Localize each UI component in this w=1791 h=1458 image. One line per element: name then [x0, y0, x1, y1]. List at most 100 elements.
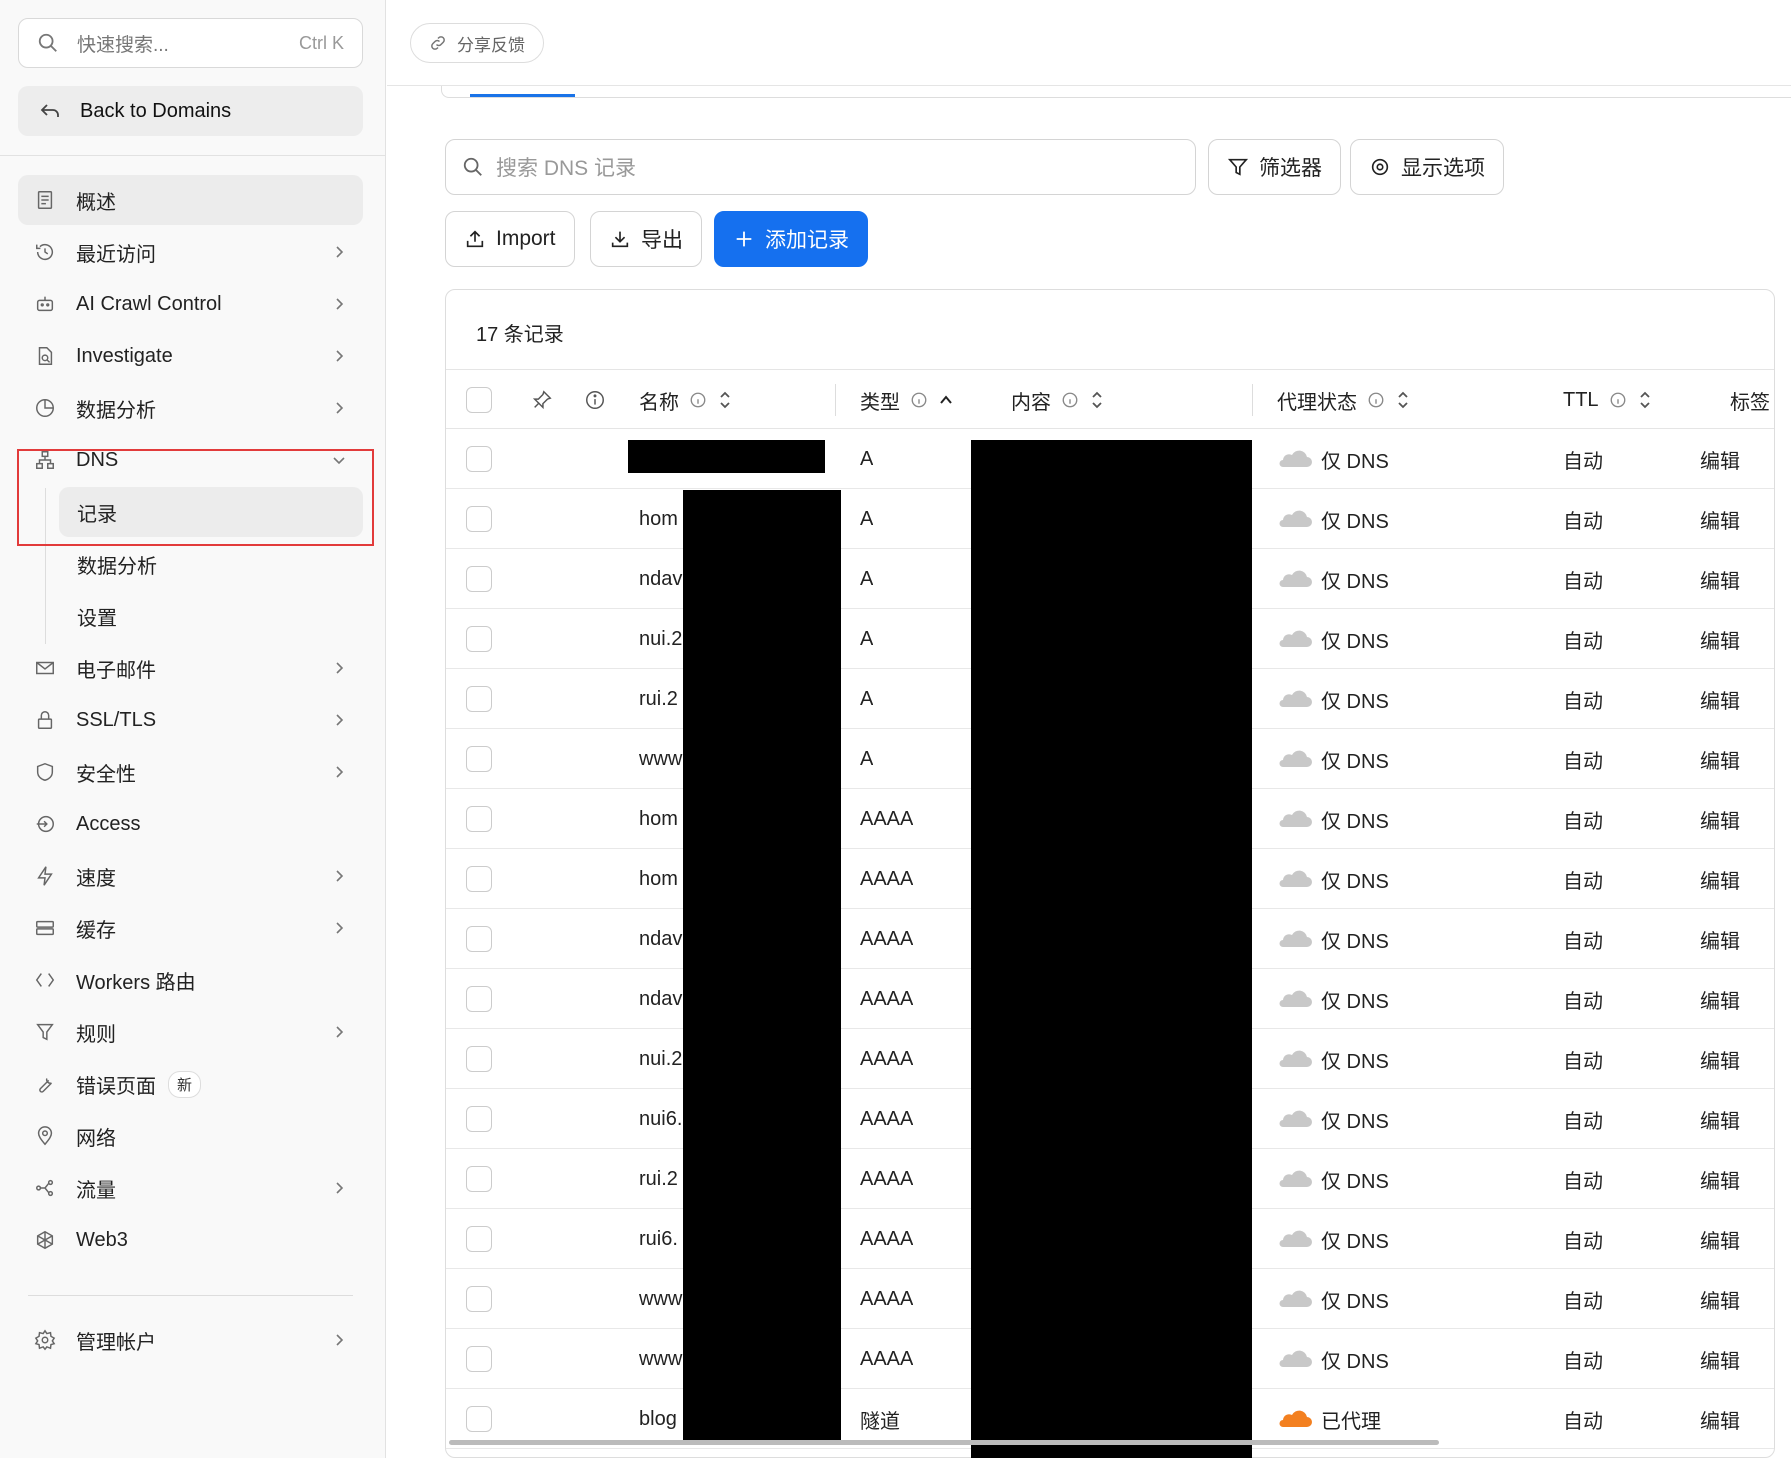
edit-link[interactable]: 编辑	[1700, 1329, 1740, 1389]
location-icon	[34, 1125, 56, 1147]
record-ttl: 自动	[1563, 450, 1603, 473]
edit-link[interactable]: 编辑	[1700, 669, 1740, 729]
sidebar-item-location[interactable]: 网络	[18, 1111, 363, 1161]
edit-link[interactable]: 编辑	[1700, 1149, 1740, 1209]
column-header-proxy[interactable]: 代理状态	[1277, 370, 1411, 430]
back-to-domains-button[interactable]: Back to Domains	[18, 86, 363, 136]
sidebar-item-pie-chart[interactable]: 数据分析	[18, 383, 363, 433]
back-to-domains-label: Back to Domains	[80, 99, 232, 122]
edit-link[interactable]: 编辑	[1700, 1389, 1740, 1449]
edit-link[interactable]: 编辑	[1700, 969, 1740, 1029]
sidebar-item-robot[interactable]: AI Crawl Control	[18, 279, 363, 329]
select-all-checkbox[interactable]	[466, 370, 492, 430]
pin-icon[interactable]	[531, 370, 553, 430]
sidebar-item-label: 安全性	[76, 763, 136, 786]
sidebar-item-label: AI Crawl Control	[76, 292, 222, 315]
row-checkbox[interactable]	[466, 609, 492, 669]
export-button[interactable]: 导出	[590, 211, 702, 267]
horizontal-scrollbar[interactable]	[449, 1440, 1439, 1445]
share-feedback-button[interactable]: 分享反馈	[410, 23, 544, 63]
sidebar-item-storage[interactable]: 缓存	[18, 903, 363, 953]
record-type: AAAA	[860, 1167, 914, 1190]
row-checkbox[interactable]	[466, 1269, 492, 1329]
sidebar-item-lightning[interactable]: 速度	[18, 851, 363, 901]
add-record-button[interactable]: 添加记录	[714, 211, 868, 267]
column-header-type[interactable]: 类型	[860, 370, 954, 430]
sidebar-item-investigate[interactable]: Investigate	[18, 331, 363, 381]
sidebar-item-document[interactable]: 概述	[18, 175, 363, 225]
column-header-label: 类型	[860, 391, 900, 414]
edit-link[interactable]: 编辑	[1700, 1209, 1740, 1269]
dns-subitem[interactable]: 数据分析	[59, 539, 363, 589]
sidebar-item-history[interactable]: 最近访问	[18, 227, 363, 277]
sidebar-item-mail[interactable]: 电子邮件	[18, 643, 363, 693]
sort-icon[interactable]	[1637, 389, 1653, 411]
row-checkbox[interactable]	[466, 909, 492, 969]
chevron-right-icon	[336, 714, 344, 726]
sidebar-item-code[interactable]: Workers 路由	[18, 955, 363, 1005]
sidebar-item-traffic[interactable]: 流量	[18, 1163, 363, 1213]
row-checkbox[interactable]	[466, 1149, 492, 1209]
dns-search-placeholder: 搜索 DNS 记录	[496, 157, 637, 180]
edit-link[interactable]: 编辑	[1700, 909, 1740, 969]
filter-button[interactable]: 筛选器	[1208, 139, 1341, 195]
row-checkbox[interactable]	[466, 1329, 492, 1389]
row-checkbox[interactable]	[466, 669, 492, 729]
dns-subitem[interactable]: 设置	[59, 591, 363, 641]
record-type: A	[860, 687, 874, 710]
row-checkbox[interactable]	[466, 1209, 492, 1269]
record-type: A	[860, 627, 874, 650]
upload-icon	[466, 230, 484, 248]
record-ttl: 自动	[1563, 630, 1603, 653]
edit-link[interactable]: 编辑	[1700, 1029, 1740, 1089]
import-button[interactable]: Import	[445, 211, 575, 267]
sidebar-item-wrench[interactable]: 错误页面新	[18, 1059, 363, 1109]
row-checkbox[interactable]	[466, 849, 492, 909]
row-checkbox[interactable]	[466, 489, 492, 549]
row-checkbox[interactable]	[466, 1089, 492, 1149]
sort-icon[interactable]	[717, 389, 733, 411]
sort-icon[interactable]	[1395, 389, 1411, 411]
web3-icon	[34, 1229, 56, 1251]
dns-search-input[interactable]: 搜索 DNS 记录	[445, 139, 1196, 195]
column-header-content[interactable]: 内容	[1011, 370, 1105, 430]
sort-icon[interactable]	[1089, 389, 1105, 411]
sidebar-item-login[interactable]: Access	[18, 799, 363, 849]
edit-link[interactable]: 编辑	[1700, 1089, 1740, 1149]
row-checkbox[interactable]	[466, 729, 492, 789]
proxy-status-label: 仅 DNS	[1321, 1110, 1389, 1133]
edit-link[interactable]: 编辑	[1700, 789, 1740, 849]
sidebar-item-funnel[interactable]: 规则	[18, 1007, 363, 1057]
edit-link[interactable]: 编辑	[1700, 549, 1740, 609]
sidebar-item-web3[interactable]: Web3	[18, 1215, 363, 1265]
dns-subitem-label: 数据分析	[77, 555, 157, 578]
dns-only-cloud-icon	[1279, 690, 1312, 707]
sort-ascending-icon[interactable]	[938, 389, 954, 411]
record-type: AAAA	[860, 1047, 914, 1070]
edit-link[interactable]: 编辑	[1700, 429, 1740, 489]
dns-only-cloud-icon	[1279, 750, 1312, 767]
record-ttl: 自动	[1563, 1290, 1603, 1313]
column-header-ttl[interactable]: TTL	[1563, 370, 1653, 430]
edit-link[interactable]: 编辑	[1700, 849, 1740, 909]
record-ttl: 自动	[1563, 1230, 1603, 1253]
sidebar-item-label: 缓存	[76, 919, 116, 942]
sidebar-item-lock[interactable]: SSL/TLS	[18, 695, 363, 745]
shield-icon	[34, 761, 56, 783]
edit-link[interactable]: 编辑	[1700, 489, 1740, 549]
row-checkbox[interactable]	[466, 549, 492, 609]
row-checkbox[interactable]	[466, 429, 492, 489]
quick-search-input[interactable]: 快速搜索... Ctrl K	[18, 18, 363, 68]
row-checkbox[interactable]	[466, 969, 492, 1029]
display-options-button[interactable]: 显示选项	[1350, 139, 1504, 195]
sidebar-item-account[interactable]: 管理帐户	[18, 1315, 363, 1365]
edit-link[interactable]: 编辑	[1700, 1269, 1740, 1329]
sidebar-item-shield[interactable]: 安全性	[18, 747, 363, 797]
edit-link[interactable]: 编辑	[1700, 729, 1740, 789]
column-header-tags[interactable]: 标签	[1730, 370, 1770, 430]
column-header-name[interactable]: 名称	[639, 370, 733, 430]
proxy-status-label: 仅 DNS	[1321, 870, 1389, 893]
row-checkbox[interactable]	[466, 789, 492, 849]
row-checkbox[interactable]	[466, 1029, 492, 1089]
edit-link[interactable]: 编辑	[1700, 609, 1740, 669]
